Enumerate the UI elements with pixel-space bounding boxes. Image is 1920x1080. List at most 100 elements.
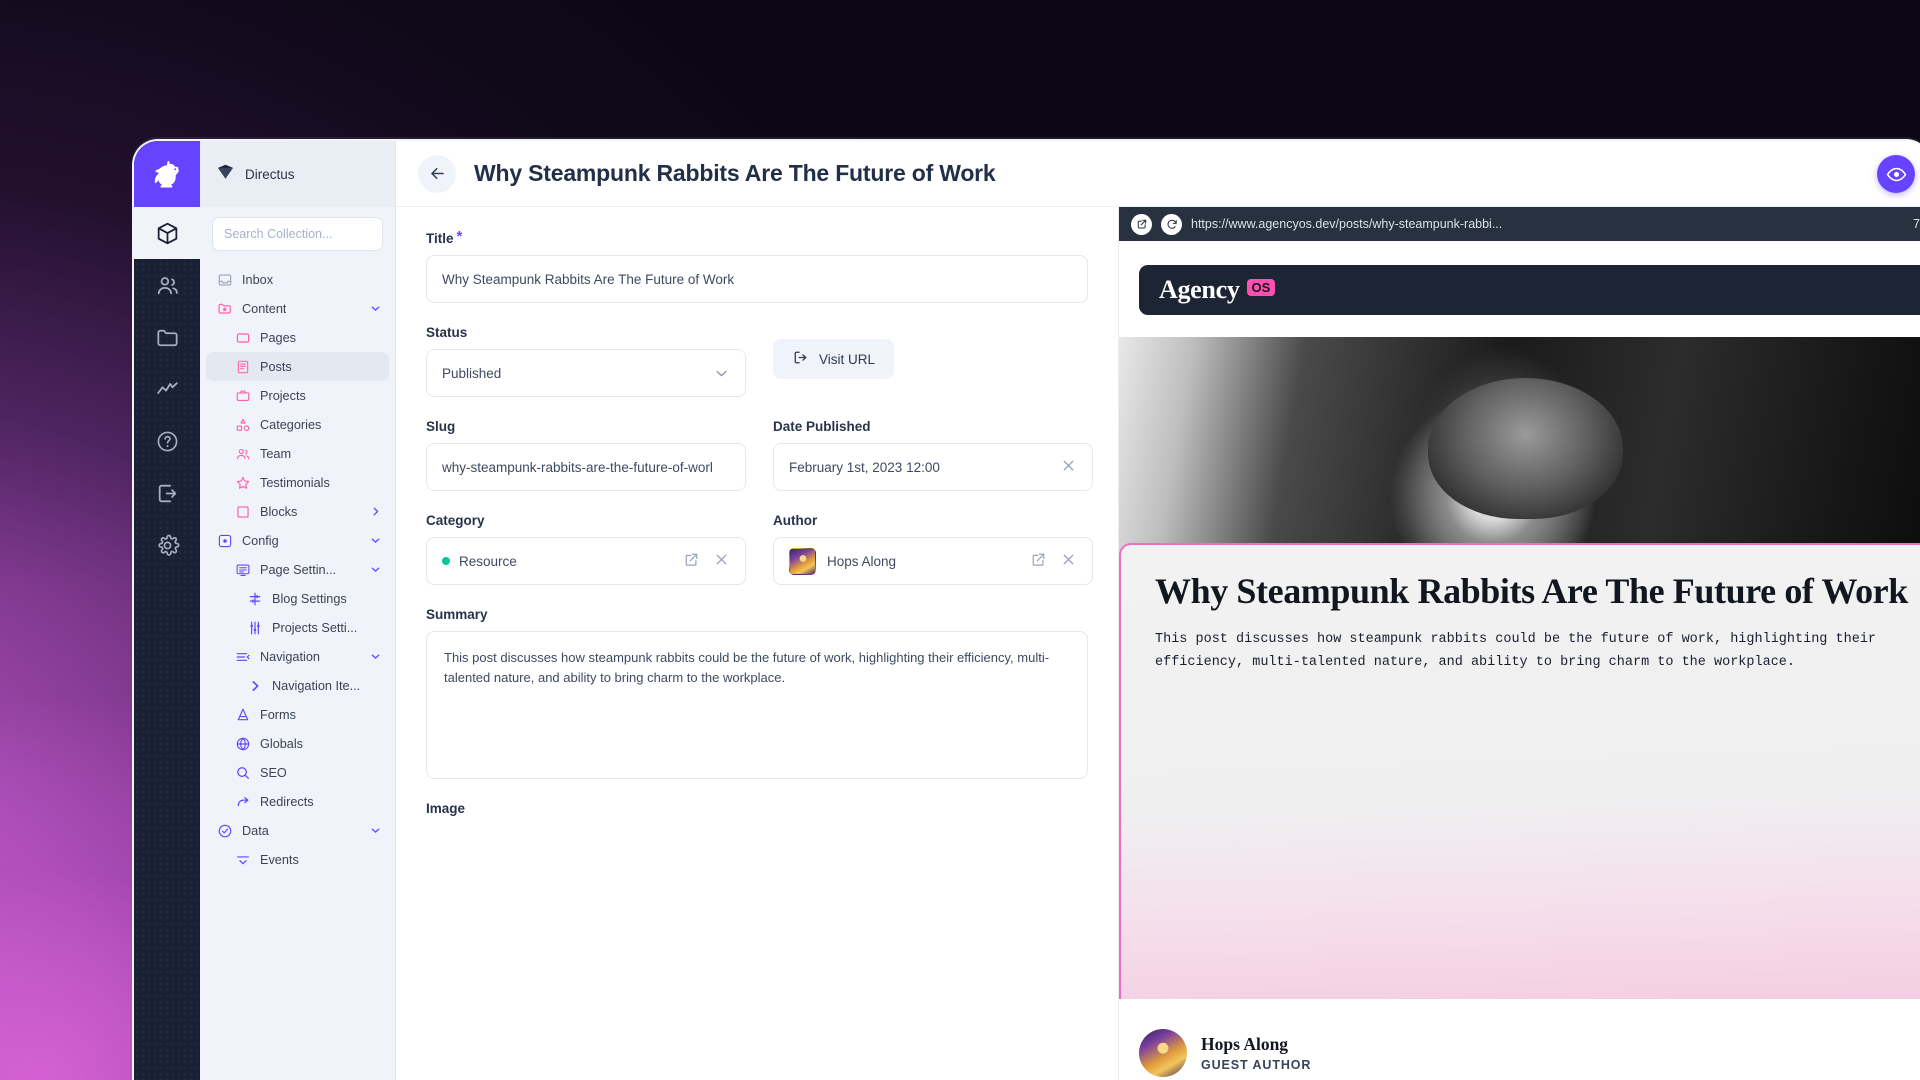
sidebar-item-navigation-ite[interactable]: Navigation Ite... [206,671,389,700]
square-icon [234,503,251,520]
status-select[interactable]: Published [426,349,746,397]
team-icon [234,445,251,462]
visit-url-button[interactable]: Visit URL [773,339,895,379]
sidebar-item-label: Navigation [260,649,320,664]
sidebar-item-posts[interactable]: Posts [206,352,389,381]
sidebar-item-globals[interactable]: Globals [206,729,389,758]
chevron-down-icon[interactable] [369,563,382,576]
sidebar-item-events[interactable]: Events [206,845,389,874]
sidebar-item-label: Page Settin... [260,562,337,577]
search-input[interactable] [212,217,383,251]
module-logout[interactable] [134,467,200,519]
sidebar-item-label: Forms [260,707,296,722]
sidebar-item-projects[interactable]: Projects [206,381,389,410]
article-author: Hops Along GUEST AUTHOR [1139,1029,1311,1077]
field-slug-label: Slug [426,419,456,434]
refresh-icon[interactable] [1161,213,1182,235]
open-in-new-icon[interactable] [683,551,700,571]
sidebar-item-seo[interactable]: SEO [206,758,389,787]
sidebar-item-label: Projects [260,388,306,403]
sidebar-item-forms[interactable]: Forms [206,700,389,729]
preview-zoom: 7 [1913,217,1920,231]
preview-iframe[interactable]: Agency OS Why Steampunk Rabbits Are The … [1119,241,1920,1080]
project-header[interactable]: Directus [200,141,395,207]
chevron-down-icon [713,365,730,382]
author-field[interactable]: Hops Along [773,537,1093,585]
open-in-new-icon[interactable] [1030,551,1047,571]
external-link-icon[interactable] [1131,213,1152,235]
page-title: Why Steampunk Rabbits Are The Future of … [474,160,996,186]
nav-icon [234,648,251,665]
author-value: Hops Along [827,553,897,569]
chevron-down-icon[interactable] [369,302,382,315]
sidebar-item-label: Config [242,533,279,548]
sidebar-item-categories[interactable]: Categories [206,410,389,439]
sidebar-item-testimonials[interactable]: Testimonials [206,468,389,497]
sidebar-item-inbox[interactable]: Inbox [206,265,389,294]
sidebar-item-config[interactable]: Config [206,526,389,555]
sidebar-item-content[interactable]: Content [206,294,389,323]
article-title: Why Steampunk Rabbits Are The Future of … [1155,571,1908,611]
field-category: Category Resource [426,513,746,585]
summary-textarea[interactable]: This post discusses how steampunk rabbit… [426,631,1088,779]
data-check-icon [216,822,233,839]
site-navbar: Agency OS [1139,265,1920,315]
sidebar-item-label: Inbox [242,272,274,287]
required-marker: * [456,228,463,245]
module-insights[interactable] [134,363,200,415]
site-logo-badge: OS [1246,278,1276,296]
module-docs[interactable] [134,415,200,467]
module-content[interactable] [134,207,200,259]
sidebar-item-page-settin[interactable]: Page Settin... [206,555,389,584]
directus-rabbit-logo[interactable] [134,141,200,207]
module-bar [134,141,200,1080]
module-settings[interactable] [134,519,200,571]
title-input[interactable]: Why Steampunk Rabbits Are The Future of … [426,255,1088,303]
sidebar-item-team[interactable]: Team [206,439,389,468]
project-name: Directus [245,166,295,182]
article-icon [234,358,251,375]
avatar [1139,1029,1187,1077]
module-files[interactable] [134,311,200,363]
external-link-icon [792,349,809,369]
sidebar-item-blocks[interactable]: Blocks [206,497,389,526]
chevron-down-icon[interactable] [369,824,382,837]
field-date-published: Date Published February 1st, 2023 12:00 [773,419,1093,491]
field-image: Image [426,801,1088,816]
sidebar-item-label: Blocks [260,504,298,519]
sidebar-item-redirects[interactable]: Redirects [206,787,389,816]
sidebar-item-label: Posts [260,359,292,374]
forms-icon [234,706,251,723]
category-field[interactable]: Resource [426,537,746,585]
slug-input[interactable]: why-steampunk-rabbits-are-the-future-of-… [426,443,746,491]
author-role: GUEST AUTHOR [1201,1058,1312,1072]
config-icon [216,532,233,549]
close-icon[interactable] [1060,551,1077,571]
field-category-label: Category [426,513,485,528]
chevron-down-icon[interactable] [369,650,382,663]
sidebar-item-label: SEO [260,765,287,780]
back-button[interactable] [418,154,456,193]
sidebar-item-blog-settings[interactable]: Blog Settings [206,584,389,613]
sidebar-item-label: Redirects [260,794,314,809]
date-published-value: February 1st, 2023 12:00 [789,459,940,475]
close-icon[interactable] [1060,457,1077,477]
preview-url[interactable]: https://www.agencyos.dev/posts/why-steam… [1191,217,1502,231]
module-users[interactable] [134,259,200,311]
sidebar-item-navigation[interactable]: Navigation [206,642,389,671]
eye-icon[interactable] [1877,155,1915,193]
close-icon[interactable] [713,551,730,571]
date-published-input[interactable]: February 1st, 2023 12:00 [773,443,1093,491]
globe-icon [234,735,251,752]
chevron-right-icon[interactable] [369,505,382,518]
collection-list: Inbox Content Pages Posts Projects Categories… [200,263,395,1080]
sidebar-item-label: Events [260,852,299,867]
sidebar-item-projects-setti[interactable]: Projects Setti... [206,613,389,642]
avatar [789,547,816,575]
navigation-sidebar: Directus Inbox Content Pages Posts Projects C… [200,141,396,1080]
sidebar-item-data[interactable]: Data [206,816,389,845]
chevron-down-icon[interactable] [369,534,382,547]
sidebar-item-pages[interactable]: Pages [206,323,389,352]
status-dot [442,557,450,565]
page-header: Why Steampunk Rabbits Are The Future of … [396,141,1920,207]
